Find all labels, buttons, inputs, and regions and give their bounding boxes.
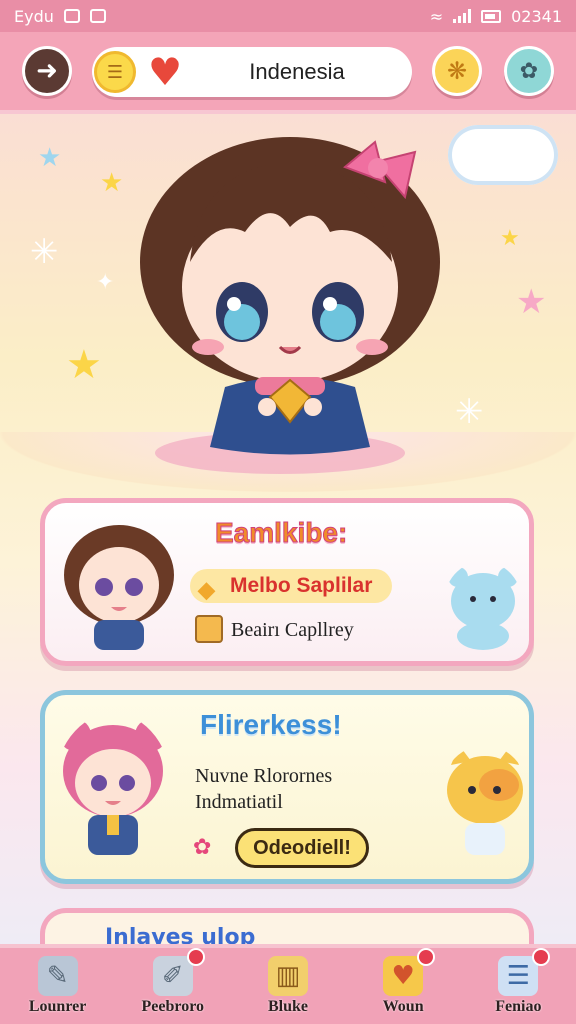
battery-icon	[481, 9, 502, 23]
back-arrow-icon[interactable]: ➜	[22, 46, 72, 96]
clock: 02341	[511, 6, 562, 26]
main-character[interactable]	[130, 112, 450, 462]
palette-icon[interactable]: ✿	[504, 46, 554, 96]
bottom-tab-bar: ✎ Lounrer ✐ Peebroro ▥ Bluke ♥ Woun ☰ Fe…	[0, 944, 576, 1024]
detail-row: Beairı Capllrey	[195, 615, 354, 645]
reward-label: Melbo Saplilar	[230, 574, 373, 597]
tab-woun[interactable]: ♥ Woun	[353, 946, 453, 1016]
flower-icon: ✿	[193, 835, 212, 860]
card-icon: ☰	[498, 956, 539, 996]
title-pill: ☰ ♥ Indenesia	[92, 47, 412, 97]
page-title: Indenesia	[249, 59, 345, 84]
paw-icon[interactable]: ❋	[432, 46, 482, 96]
card-description: Nuvne Rlorornes Indmatiatil	[195, 763, 332, 815]
tab-label: Woun	[382, 998, 424, 1015]
gem-icon: ◆	[198, 577, 215, 602]
description-line: Indmatiatil	[195, 791, 283, 813]
note-icon: ✐	[152, 956, 193, 996]
sparkle-decoration: ✳	[30, 232, 59, 272]
status-bar: Eydu ≈ 02341	[0, 0, 576, 32]
action-button[interactable]: Odeodiell!	[235, 828, 369, 868]
card-title: Eamlkibe:	[214, 517, 348, 549]
reward-pill: ◆ Melbo Saplilar	[190, 569, 392, 603]
tab-label: Peebroro	[141, 998, 205, 1015]
bear-mascot	[448, 567, 518, 650]
tab-label: Lounrer	[28, 998, 87, 1015]
tab-bluke[interactable]: ▥ Bluke	[238, 946, 338, 1016]
star-decoration: ✦	[96, 270, 115, 295]
star-decoration: ★	[38, 143, 62, 173]
card-title: Flirerkess!	[200, 709, 342, 740]
star-decoration: ★	[500, 226, 520, 251]
notification-icon	[63, 9, 80, 23]
basket-icon: ▥	[267, 956, 308, 996]
tab-peebroro[interactable]: ✐ Peebroro	[123, 946, 223, 1016]
carrier-text: Eydu	[14, 6, 54, 26]
detail-label: Beairı Capllrey	[231, 619, 354, 641]
tab-label: Feniao	[495, 998, 542, 1015]
event-card[interactable]: Flirerkess! Nuvne Rlorornes Indmatiatil …	[40, 690, 534, 884]
notification-badge	[532, 948, 551, 966]
star-decoration: ★	[66, 342, 102, 388]
heart-icon: ♥	[383, 956, 424, 996]
box-icon	[195, 615, 223, 643]
header-bar: ➜ ☰ ♥ Indenesia ❋ ✿	[0, 32, 576, 114]
wifi-icon: ≈	[429, 6, 444, 26]
girl-avatar	[64, 525, 174, 650]
description-line: Nuvne Rlorornes	[195, 765, 333, 787]
event-card[interactable]: Eamlkibe: ◆ Melbo Saplilar Beairı Capllr…	[40, 498, 534, 666]
tab-label: Bluke	[267, 998, 308, 1015]
image-icon	[89, 9, 106, 23]
tab-feniao[interactable]: ☰ Feniao	[468, 946, 568, 1016]
scroll-icon: ✎	[37, 956, 78, 996]
cat-mascot	[447, 745, 523, 855]
notification-badge	[186, 948, 205, 966]
notification-badge	[417, 948, 436, 966]
coin-icon[interactable]: ☰	[94, 51, 136, 93]
tab-lounrer[interactable]: ✎ Lounrer	[8, 946, 108, 1016]
pink-hair-avatar	[59, 719, 167, 855]
star-decoration: ★	[516, 282, 547, 322]
heart-icon[interactable]: ♥	[142, 49, 188, 95]
signal-icon	[453, 9, 472, 23]
star-decoration: ★	[100, 168, 124, 198]
sparkle-decoration: ✳	[455, 392, 484, 432]
cloud-decoration	[448, 125, 558, 185]
